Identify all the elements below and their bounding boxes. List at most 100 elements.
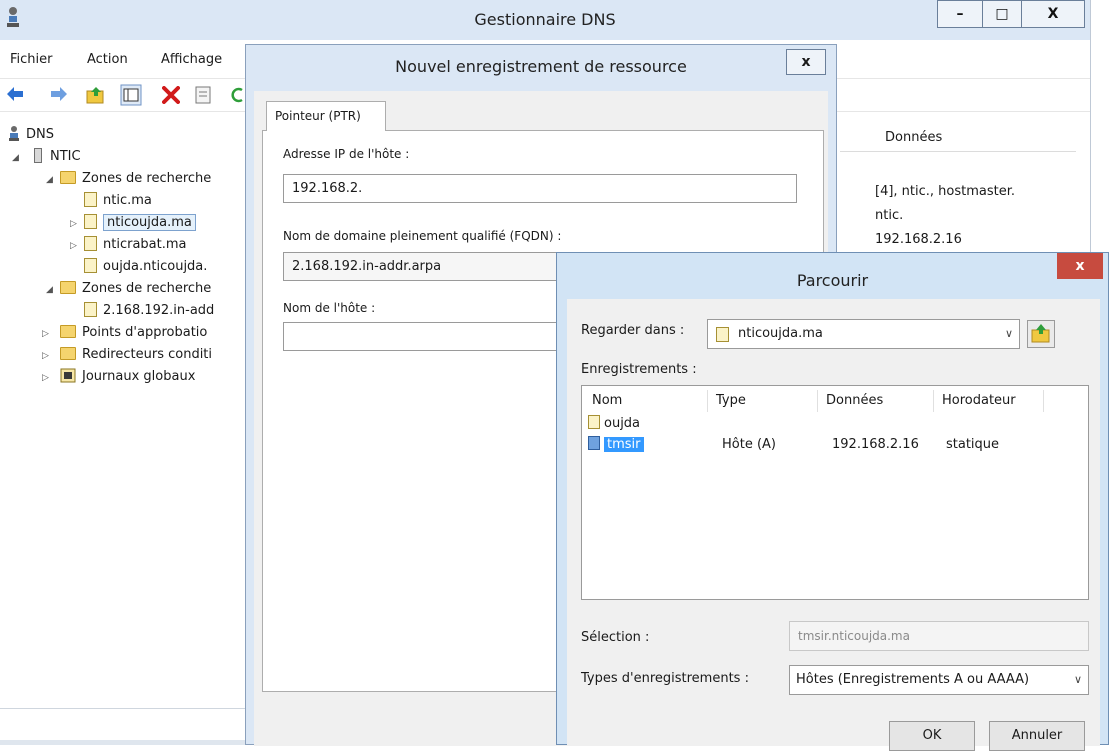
tree-item-label: nticoujda.ma: [103, 214, 196, 231]
tree-item-zone-nticoujda[interactable]: ▷ nticoujda.ma: [0, 212, 244, 234]
details-list-header: [840, 124, 1076, 152]
tree-item-zone-nticrabat[interactable]: ▷ nticrabat.ma: [0, 234, 244, 256]
column-header-donnees[interactable]: Données: [885, 130, 942, 145]
folder-icon: [60, 325, 76, 338]
tree-item-label: Redirecteurs conditi: [82, 347, 213, 362]
tree-item-forward-zones[interactable]: ◢ Zones de recherche: [0, 168, 244, 190]
records-list[interactable]: Nom Type Données Horodateur oujda tmsir …: [581, 385, 1089, 600]
tree-item-label: nticrabat.ma: [103, 237, 187, 252]
record-types-label: Types d'enregistrements :: [581, 671, 749, 686]
tree-item-label: oujda.nticoujda.: [103, 259, 208, 274]
list-cell-soa: [4], ntic., hostmaster.: [875, 184, 1016, 199]
tree-item-zone-oujda[interactable]: oujda.nticoujda.: [0, 256, 244, 278]
record-data: 192.168.2.16: [832, 437, 919, 452]
tree-item-label: Zones de recherche: [82, 281, 212, 296]
up-folder-icon[interactable]: [86, 86, 106, 108]
list-item[interactable]: oujda: [588, 414, 640, 434]
zone-icon: [84, 258, 97, 273]
record-name: tmsir: [604, 437, 644, 452]
zone-icon: [84, 302, 97, 317]
record-name: oujda: [604, 416, 641, 431]
column-header-nom[interactable]: Nom: [586, 390, 708, 412]
up-level-button[interactable]: [1027, 320, 1055, 348]
tree-item-conditional-forwarders[interactable]: ▷ Redirecteurs conditi: [0, 344, 244, 366]
menu-action[interactable]: Action: [87, 52, 128, 67]
host-ip-label: Adresse IP de l'hôte :: [283, 147, 410, 161]
tree-item-label: 2.168.192.in-add: [103, 303, 215, 318]
tree-item-label: Points d'approbatio: [82, 325, 208, 340]
server-icon: [34, 148, 42, 163]
look-in-value: nticoujda.ma: [738, 326, 823, 341]
delete-icon[interactable]: [162, 86, 180, 108]
record-timestamp: statique: [946, 437, 1000, 452]
ok-button[interactable]: OK: [889, 721, 975, 751]
look-in-label: Regarder dans :: [581, 323, 685, 338]
column-header-type[interactable]: Type: [710, 390, 818, 412]
tree-item-reverse-zone[interactable]: 2.168.192.in-add: [0, 300, 244, 322]
menu-affichage[interactable]: Affichage: [161, 52, 222, 67]
host-ip-input[interactable]: 192.168.2.: [283, 174, 797, 203]
forward-arrow-icon[interactable]: [50, 86, 68, 106]
tree-item-zone-ntic[interactable]: ntic.ma: [0, 190, 244, 212]
expanded-arrow-icon[interactable]: ◢: [46, 169, 56, 190]
collapsed-arrow-icon[interactable]: ▷: [42, 345, 52, 366]
tree-item-label: ntic.ma: [103, 193, 152, 208]
zone-icon: [84, 192, 97, 207]
minimize-button[interactable]: –: [937, 0, 983, 28]
tree-item-ntic[interactable]: ◢ NTIC: [0, 146, 244, 168]
browse-dialog-body: Regarder dans : nticoujda.ma ∨ Enregistr…: [567, 299, 1100, 751]
collapsed-arrow-icon[interactable]: ▷: [42, 367, 52, 388]
folder-icon: [60, 281, 76, 294]
browse-dialog: Parcourir x Regarder dans : nticoujda.ma…: [556, 252, 1109, 751]
collapsed-arrow-icon[interactable]: ▷: [70, 213, 80, 234]
browse-dialog-title: Parcourir: [796, 271, 869, 290]
show-console-tree-icon[interactable]: [120, 84, 142, 110]
list-item[interactable]: tmsir Hôte (A) 192.168.2.16 statique: [588, 434, 1078, 456]
tree-item-global-logs[interactable]: ▷ Journaux globaux: [0, 366, 244, 388]
back-arrow-icon[interactable]: [6, 86, 24, 106]
record-types-combo[interactable]: Hôtes (Enregistrements A ou AAAA) ∨: [789, 665, 1089, 695]
zone-icon: [84, 214, 97, 229]
console-tree: DNS ◢ NTIC ◢ Zones de recherche ntic.ma ▷ n…: [0, 118, 244, 708]
tab-pointer-ptr[interactable]: Pointeur (PTR): [266, 101, 386, 131]
main-window-title: Gestionnaire DNS: [474, 10, 616, 29]
record-types-value: Hôtes (Enregistrements A ou AAAA): [796, 672, 1030, 687]
expanded-arrow-icon[interactable]: ◢: [12, 147, 22, 168]
dialog-title: Nouvel enregistrement de ressource: [395, 57, 687, 76]
folder-icon: [60, 171, 76, 184]
host-name-label: Nom de l'hôte :: [283, 301, 376, 315]
tree-item-label: Zones de recherche: [82, 171, 212, 186]
expanded-arrow-icon[interactable]: ◢: [46, 279, 56, 300]
zone-icon: [588, 415, 600, 429]
record-type: Hôte (A): [722, 437, 776, 452]
folder-icon: [60, 347, 76, 360]
maximize-button[interactable]: □: [982, 0, 1022, 28]
properties-icon[interactable]: [194, 86, 212, 108]
log-icon: [60, 368, 76, 388]
dns-icon: [8, 125, 20, 146]
tree-item-label: NTIC: [50, 149, 81, 164]
zone-icon: [716, 327, 729, 342]
selection-label: Sélection :: [581, 630, 650, 645]
chevron-down-icon[interactable]: ∨: [1074, 666, 1082, 694]
close-button[interactable]: X: [1021, 0, 1085, 28]
tree-item-dns[interactable]: DNS: [0, 124, 244, 146]
cancel-button[interactable]: Annuler: [989, 721, 1085, 751]
selection-field[interactable]: tmsir.nticoujda.ma: [789, 621, 1089, 651]
dialog-close-button[interactable]: x: [786, 49, 826, 75]
column-header-horodateur[interactable]: Horodateur: [936, 390, 1044, 412]
collapsed-arrow-icon[interactable]: ▷: [70, 235, 80, 256]
refresh-icon[interactable]: [230, 86, 244, 108]
tree-item-label: Journaux globaux: [82, 369, 196, 384]
list-cell-a: 192.168.2.16: [875, 232, 962, 247]
tree-item-reverse-zones[interactable]: ◢ Zones de recherche: [0, 278, 244, 300]
list-cell-ns: ntic.: [875, 208, 904, 223]
browse-close-button[interactable]: x: [1057, 253, 1103, 279]
menu-fichier[interactable]: Fichier: [10, 52, 53, 67]
chevron-down-icon[interactable]: ∨: [1005, 320, 1013, 348]
column-header-donnees[interactable]: Données: [820, 390, 934, 412]
look-in-combo[interactable]: nticoujda.ma ∨: [707, 319, 1020, 349]
tree-item-trust-points[interactable]: ▷ Points d'approbatio: [0, 322, 244, 344]
collapsed-arrow-icon[interactable]: ▷: [42, 323, 52, 344]
records-label: Enregistrements :: [581, 362, 697, 377]
